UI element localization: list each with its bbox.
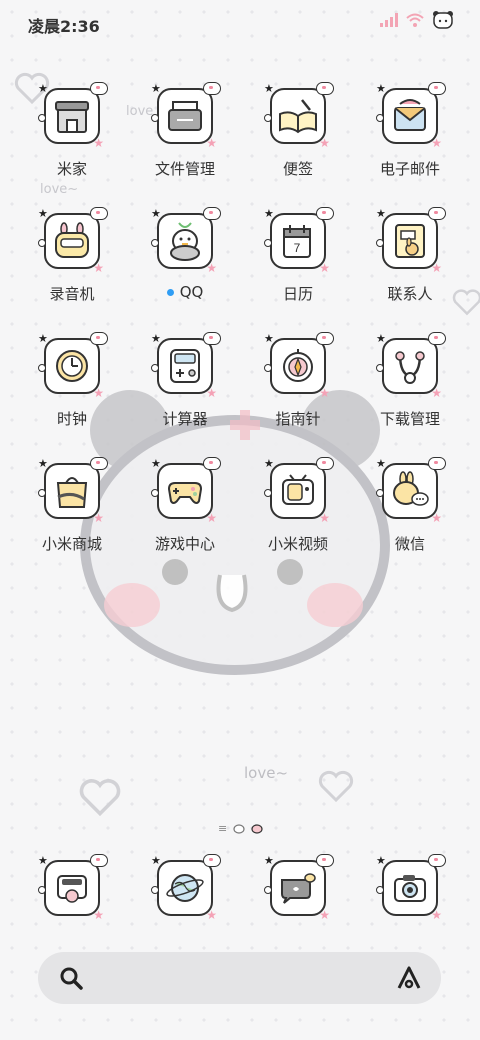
- app-label: 日历: [282, 285, 313, 303]
- app-mi-store[interactable]: ★ ★ 小米商城: [22, 457, 122, 554]
- battery-panda-icon: [433, 11, 453, 29]
- app-label: 联系人: [387, 285, 433, 303]
- app-clock[interactable]: ★ ★ 时钟: [22, 332, 122, 429]
- app-label: 时钟: [56, 410, 87, 428]
- clock-icon: [56, 350, 88, 382]
- browser-globe-icon: [166, 874, 204, 902]
- app-file-manager[interactable]: ★ ★ 文件管理: [135, 82, 235, 179]
- assistant-icon[interactable]: [395, 964, 423, 992]
- heart-doodle-icon: [79, 779, 121, 816]
- app-label: 下载管理: [379, 410, 440, 428]
- app-recorder[interactable]: ★ ★ 录音机: [22, 207, 122, 304]
- app-label: 计算器: [162, 410, 208, 428]
- wechat-icon: [393, 471, 429, 506]
- mi-video-icon: [282, 474, 314, 505]
- app-label: 便签: [282, 160, 313, 178]
- messages-icon: [281, 873, 316, 904]
- signal-icon: [380, 13, 398, 27]
- file-manager-icon: [168, 101, 202, 131]
- status-time: 凌晨2:36: [28, 17, 100, 36]
- app-calendar[interactable]: ★ ★ 7 日历: [248, 207, 348, 304]
- dock-app-gallery[interactable]: ★ ★: [22, 854, 122, 922]
- app-label: 小米商城: [41, 535, 102, 553]
- search-bar[interactable]: [38, 952, 441, 1004]
- panda-wallpaper-illustration: [80, 390, 390, 675]
- email-icon: [394, 99, 426, 131]
- compass-icon: [283, 349, 313, 382]
- app-mi-video[interactable]: ★ ★ 小米视频: [248, 457, 348, 554]
- camera-roll-icon: [57, 875, 87, 903]
- app-calculator[interactable]: ★ ★ 计算器: [135, 332, 235, 429]
- dock-app-messages[interactable]: ★ ★: [248, 854, 348, 922]
- page-indicator[interactable]: ≡: [218, 822, 263, 835]
- app-qq[interactable]: ★ ★ QQ: [135, 207, 235, 301]
- new-install-dot: [166, 289, 174, 296]
- heart-doodle-icon: [318, 770, 354, 802]
- page-dot-active-icon: [251, 823, 263, 834]
- dock-app-camera[interactable]: ★ ★: [360, 854, 460, 922]
- download-icon: [395, 351, 425, 384]
- calendar-day-number: 7: [294, 241, 301, 255]
- menu-lines-icon: ≡: [218, 822, 228, 835]
- app-label: 录音机: [49, 285, 95, 303]
- app-game-center[interactable]: ★ ★ 游戏中心: [135, 457, 235, 554]
- app-label: 米家: [56, 160, 87, 178]
- app-wechat[interactable]: ★ ★ 微信: [360, 457, 460, 554]
- app-email[interactable]: ★ ★ 电子邮件: [360, 82, 460, 179]
- wallpaper-text-love: love~: [244, 764, 289, 782]
- app-label: 文件管理: [154, 160, 215, 178]
- qq-icon: [170, 222, 200, 261]
- app-label: 小米视频: [267, 535, 328, 553]
- wifi-icon: [406, 13, 424, 27]
- app-compass[interactable]: ★ ★ 指南针: [248, 332, 348, 429]
- app-contacts[interactable]: ★ ★ 联系人: [360, 207, 460, 304]
- app-label: 游戏中心: [154, 535, 215, 553]
- app-notes[interactable]: ★ ★ 便签: [248, 82, 348, 179]
- page-dot-icon: [233, 823, 245, 834]
- app-download-manager[interactable]: ★ ★ 下载管理: [360, 332, 460, 429]
- game-center-icon: [167, 482, 203, 504]
- app-label: QQ: [179, 283, 204, 301]
- app-mi-home[interactable]: ★ ★ 米家: [22, 82, 122, 179]
- search-icon: [60, 967, 83, 990]
- status-bar: 凌晨2:36: [0, 0, 480, 44]
- wallpaper-text-love: love~: [40, 182, 79, 197]
- dock-app-browser[interactable]: ★ ★: [135, 854, 235, 922]
- calendar-icon: 7: [283, 225, 311, 258]
- contacts-icon: [395, 224, 425, 258]
- recorder-icon: [55, 222, 89, 258]
- app-label: 微信: [394, 535, 425, 553]
- app-label: 电子邮件: [379, 160, 440, 178]
- camera-icon: [394, 875, 426, 902]
- notes-icon: [279, 99, 317, 134]
- app-label: 指南针: [275, 410, 321, 428]
- mi-home-icon: [55, 101, 89, 133]
- mi-store-icon: [56, 477, 88, 508]
- calculator-icon: [170, 349, 200, 383]
